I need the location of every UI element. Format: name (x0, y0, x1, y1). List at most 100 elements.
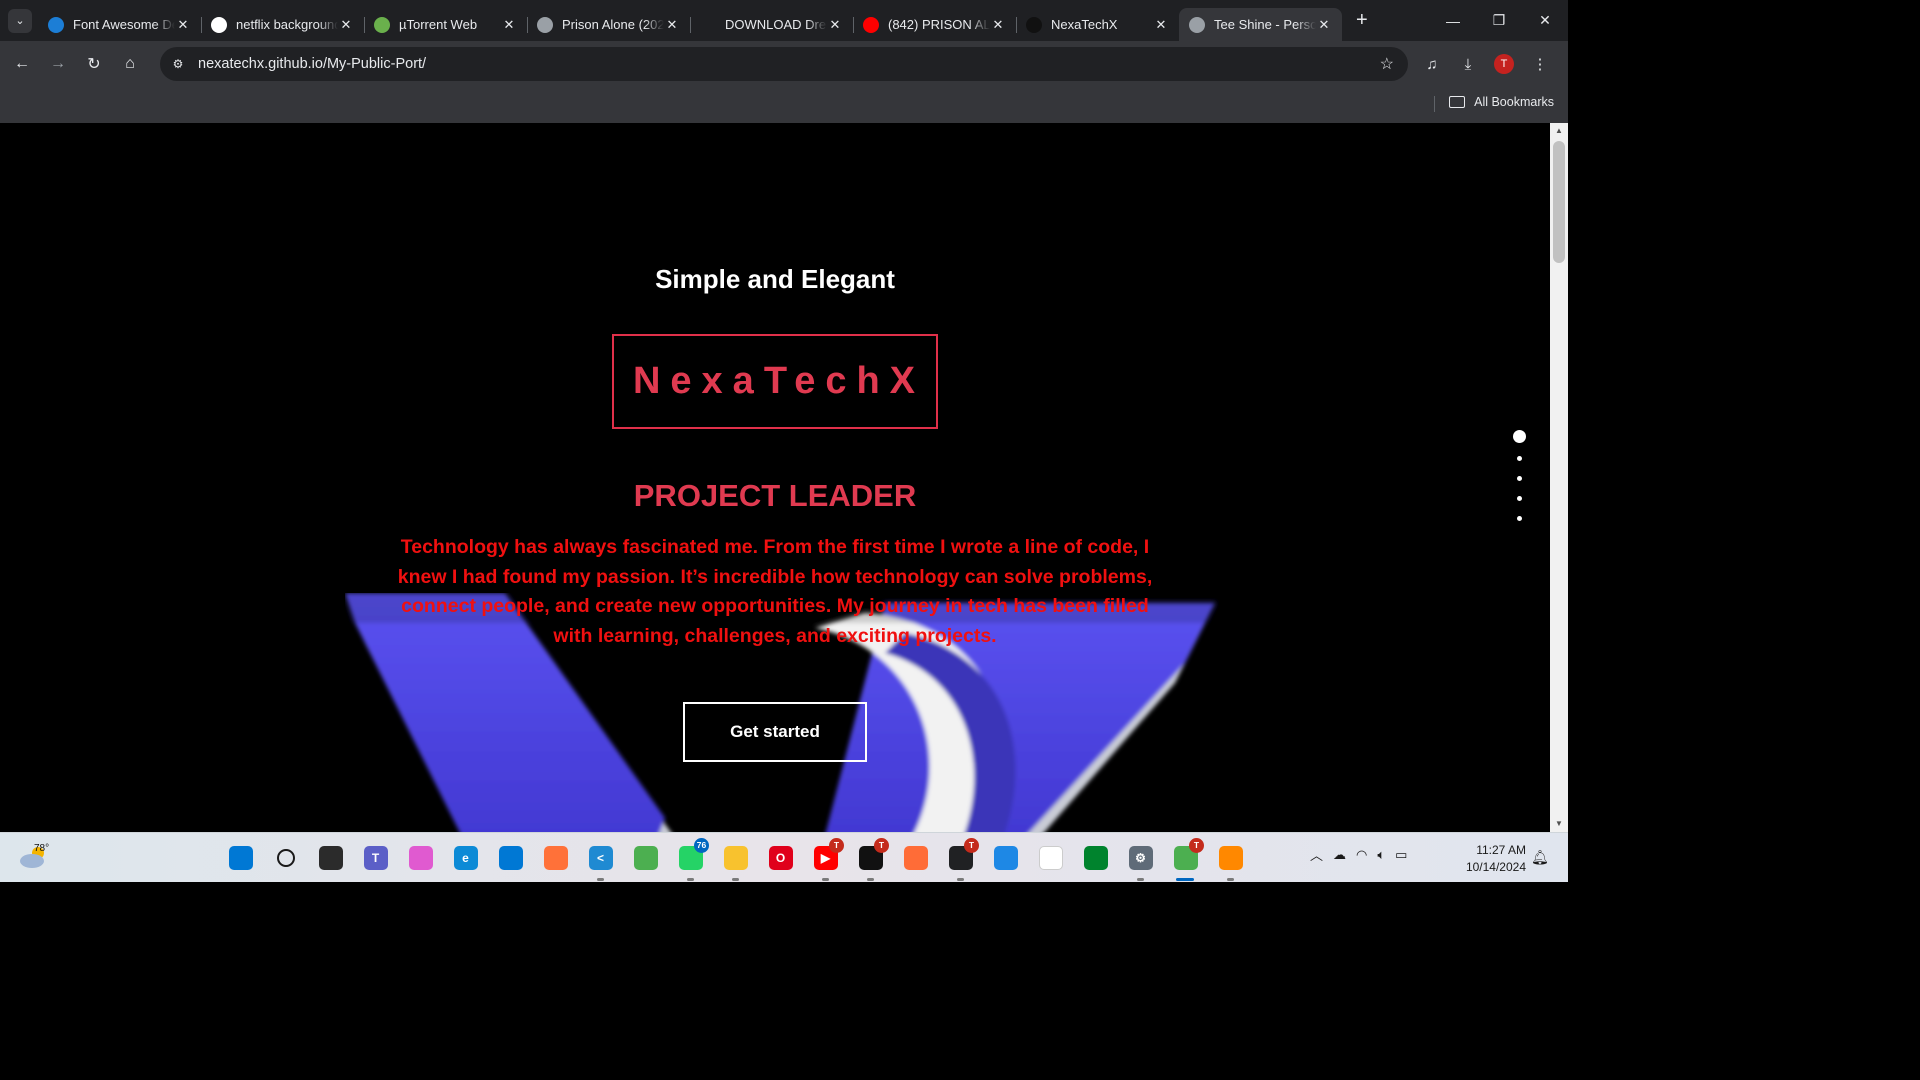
running-indicator (822, 878, 829, 881)
taskbar-app[interactable]: < (578, 841, 623, 881)
taskbar-app[interactable] (488, 841, 533, 875)
globe-icon (537, 16, 553, 33)
close-window-button[interactable]: ✕ (1522, 0, 1568, 41)
url-text[interactable]: nexatechx.github.io/My-Public-Port/ (198, 56, 426, 72)
notification-badge: T (1189, 838, 1204, 853)
section-dot[interactable] (1517, 456, 1522, 461)
running-indicator (1176, 878, 1194, 881)
scroll-down-arrow-icon[interactable]: ▼ (1550, 816, 1568, 832)
onedrive-icon[interactable]: ☁ (1333, 847, 1346, 863)
taskbar-app[interactable] (263, 841, 308, 875)
taskbar-app[interactable]: O (758, 841, 803, 875)
home-button[interactable]: ⌂ (112, 46, 148, 82)
browser-tab[interactable]: DOWNLOAD Dream✕ (690, 8, 853, 41)
search-icon (276, 849, 295, 867)
taskbar-app[interactable] (398, 841, 443, 875)
battery-icon[interactable]: ▭ (1395, 847, 1407, 863)
all-bookmarks-label: All Bookmarks (1474, 95, 1554, 109)
tab-search-button[interactable]: ⌄ (8, 8, 32, 33)
taskbar-app[interactable]: ▶ T (803, 838, 848, 881)
section-pagination (1513, 430, 1526, 536)
taskbar-app[interactable] (893, 841, 938, 875)
site-settings-icon[interactable]: ⚙ (162, 57, 194, 71)
running-indicator (1137, 878, 1144, 881)
taskbar-app[interactable]: T (848, 838, 893, 881)
browser-tab[interactable]: Prison Alone (2024)✕ (527, 8, 690, 41)
tab-close-icon[interactable]: ✕ (1153, 17, 1169, 33)
taskbar-app[interactable] (983, 841, 1028, 875)
reload-button[interactable]: ↻ (76, 46, 112, 82)
tab-close-icon[interactable]: ✕ (501, 17, 517, 33)
tab-close-icon[interactable]: ✕ (664, 17, 680, 33)
blank-favicon-icon (700, 17, 716, 33)
section-dot[interactable] (1517, 496, 1522, 501)
section-dot[interactable] (1513, 430, 1526, 443)
media-controls-icon[interactable]: ♫ (1414, 46, 1450, 82)
taskbar-app[interactable] (1028, 841, 1073, 875)
all-bookmarks-button[interactable]: All Bookmarks (1449, 95, 1554, 109)
window-controls: — ❐ ✕ (1430, 0, 1568, 41)
taskbar-clock[interactable]: 11:27 AM 10/14/2024 (1452, 842, 1526, 876)
tabs: Font Awesome Deep✕netflix background✕µTo… (38, 0, 1342, 41)
minimize-button[interactable]: — (1430, 0, 1476, 41)
browser-tab[interactable]: Font Awesome Deep✕ (38, 8, 201, 41)
taskbar-app[interactable]: 76 (668, 838, 713, 881)
notifications-bell-icon[interactable]: 🔔︎ (1531, 849, 1549, 866)
browser-tab[interactable]: (842) PRISON ALONE✕ (853, 8, 1016, 41)
taskbar-app[interactable] (623, 841, 668, 875)
profile-avatar[interactable]: T (1494, 54, 1514, 74)
taskbar-app[interactable]: e (443, 841, 488, 875)
scroll-up-arrow-icon[interactable]: ▲ (1550, 123, 1568, 139)
browser-tab[interactable]: Tee Shine - Personal✕ (1179, 8, 1342, 41)
role-title: PROJECT LEADER (633, 478, 917, 513)
taskbar-app[interactable] (533, 841, 578, 875)
back-button[interactable]: ← (4, 46, 40, 82)
browser-tab[interactable]: µTorrent Web ✕ (364, 8, 527, 41)
restore-button[interactable]: ❐ (1476, 0, 1522, 41)
tray-overflow-icon[interactable]: ︿ (1310, 845, 1323, 864)
tab-close-icon[interactable]: ✕ (827, 17, 843, 33)
page-scrollbar[interactable]: ▲ ▼ (1550, 123, 1568, 832)
scrollbar-thumb[interactable] (1553, 141, 1565, 263)
start-icon (228, 846, 253, 870)
clock-date: 10/14/2024 (1465, 860, 1526, 874)
taskbar-app[interactable]: T (938, 838, 983, 881)
page-viewport: Simple and Elegant NexaTechX PROJECT LEA… (0, 123, 1550, 832)
teams-icon: T (363, 846, 388, 870)
section-dot[interactable] (1517, 516, 1522, 521)
get-started-button[interactable]: Get started (683, 702, 867, 762)
new-tab-button[interactable]: + (1356, 9, 1368, 32)
taskbar-app[interactable] (218, 841, 263, 875)
taskbar-app[interactable]: T (353, 841, 398, 875)
menu-icon[interactable]: ⋮ (1522, 46, 1558, 82)
wifi-icon[interactable]: ◠ (1356, 847, 1367, 863)
clock-time: 11:27 AM (1476, 843, 1526, 857)
tab-title: Font Awesome Deep (73, 17, 175, 32)
taskbar-app[interactable] (1208, 841, 1253, 881)
running-indicator (687, 878, 694, 881)
address-bar[interactable]: ⚙ nexatechx.github.io/My-Public-Port/ ☆ (160, 47, 1408, 81)
google-meet-icon (1083, 846, 1108, 870)
settings-icon: ⚙ (1128, 846, 1153, 870)
taskbar-app[interactable]: T (1163, 838, 1208, 881)
taskbar-app[interactable] (308, 841, 353, 875)
downloads-icon[interactable]: ⤓ (1450, 46, 1486, 82)
volume-icon[interactable]: 🔈︎ (1377, 847, 1385, 863)
tab-title: Prison Alone (2024) (562, 17, 664, 32)
bookmark-star-icon[interactable]: ☆ (1380, 54, 1394, 74)
taskbar-app[interactable]: ⚙ (1118, 841, 1163, 881)
forward-button[interactable]: → (40, 46, 76, 82)
taskbar-app[interactable] (713, 841, 758, 881)
section-dot[interactable] (1517, 476, 1522, 481)
taskbar-apps: Te <76 O ▶ T T T ⚙ T (218, 838, 1253, 881)
system-tray: ︿ ☁ ◠ 🔈︎ ▭ (1310, 845, 1407, 864)
browser-tab[interactable]: netflix background ✕ (201, 8, 364, 41)
tab-close-icon[interactable]: ✕ (175, 17, 191, 33)
browser-tab[interactable]: NexaTechX ✕ (1016, 8, 1179, 41)
taskbar-app[interactable] (1073, 841, 1118, 875)
tab-title: NexaTechX (1051, 17, 1118, 32)
tab-close-icon[interactable]: ✕ (338, 17, 354, 33)
tab-close-icon[interactable]: ✕ (1316, 17, 1332, 33)
running-indicator (597, 878, 604, 881)
tab-close-icon[interactable]: ✕ (990, 17, 1006, 33)
